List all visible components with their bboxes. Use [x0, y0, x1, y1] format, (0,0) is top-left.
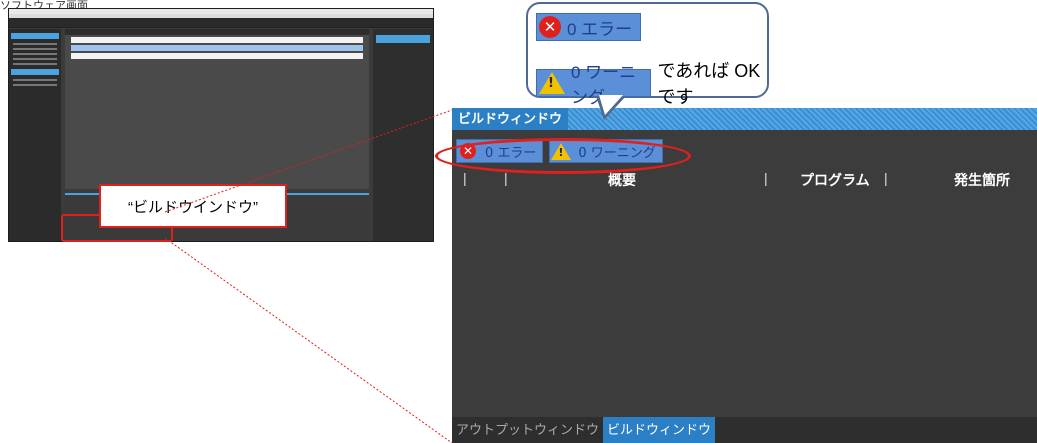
tab-output-window[interactable]: アウトプットウィンドウ: [452, 417, 603, 443]
thumb-right-pane: [373, 29, 433, 241]
tab-build-window[interactable]: ビルドウィンドウ: [603, 417, 716, 443]
error-icon: ✕: [539, 16, 561, 38]
warning-icon: !: [539, 72, 565, 94]
bubble-warning-badge: ! 0 ワーニング: [536, 63, 652, 107]
filter-highlight-ellipse: [435, 138, 691, 174]
bubble-error-badge: ✕ 0 エラー: [536, 13, 642, 41]
bubble-warning-row: ! 0 ワーニング であれば OKです: [536, 57, 767, 109]
column-location[interactable]: 発生箇所: [954, 170, 1010, 190]
thumb-editor: [65, 29, 369, 189]
build-window-callout: “ビルドウインドウ”: [99, 184, 287, 228]
build-window-title: ビルドウィンドウ: [452, 108, 569, 130]
speech-bubble: ✕ 0 エラー ! 0 ワーニング であれば OKです: [526, 2, 769, 107]
column-program[interactable]: プログラム: [800, 170, 870, 190]
column-summary[interactable]: 概要: [608, 170, 636, 190]
bubble-tail-inner: [599, 95, 623, 115]
bubble-error-text: 0 エラー: [567, 19, 633, 39]
thumb-toolbar: [9, 18, 433, 28]
bubble-ok-text: であれば OKです: [657, 61, 761, 107]
bottom-tab-bar: アウトプットウィンドウ ビルドウィンドウ: [452, 417, 1037, 443]
bubble-error-row: ✕ 0 エラー: [536, 13, 642, 41]
thumb-left-pane: [9, 29, 61, 241]
